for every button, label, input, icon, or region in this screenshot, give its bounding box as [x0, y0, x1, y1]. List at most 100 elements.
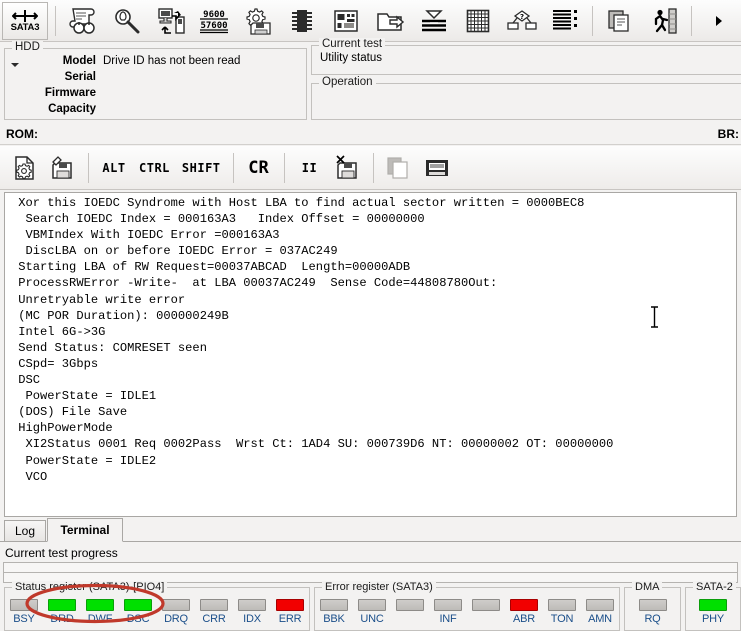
copy-text-button[interactable] — [380, 148, 418, 188]
magnifier-bulb-icon — [113, 8, 141, 34]
hdd-field-capacity: Capacity — [23, 101, 303, 117]
sata2-register-leds: PHY — [686, 599, 740, 625]
sector-grid-button[interactable] — [456, 2, 500, 40]
led-label-unc: UNC — [360, 613, 383, 625]
hdd-field-firmware: Firmware — [23, 85, 303, 101]
progress-label: Current test progress — [5, 546, 118, 560]
error-register-leds: BBK UNC INF ABR — [315, 599, 619, 625]
overflow-button[interactable] — [697, 2, 741, 40]
terminal-output[interactable]: Xor this IOEDC Syndrome with Host LBA to… — [4, 192, 737, 517]
tab-terminal[interactable]: Terminal — [47, 518, 123, 542]
led-err-bit2 — [396, 599, 424, 611]
sata3-label: SATA3 — [11, 23, 40, 33]
sata-interface-icon — [12, 9, 38, 23]
chip-icon — [291, 8, 313, 34]
pc-to-drive-transfer-icon — [157, 7, 185, 35]
defect-list-button[interactable] — [412, 2, 456, 40]
print-button[interactable] — [418, 148, 456, 188]
led-cell-ton[interactable]: TON — [545, 599, 579, 625]
led-cell-amn[interactable]: AMN — [583, 599, 617, 625]
led-label-dsc: DSC — [127, 613, 150, 625]
module-map-button[interactable] — [324, 2, 368, 40]
bottom-tabstrip: Log Terminal — [0, 518, 741, 542]
ctrl-key-button[interactable]: CTRL — [133, 148, 176, 188]
page-gear-icon — [12, 155, 38, 181]
cr-key-button[interactable]: CR — [240, 148, 278, 188]
led-cell-drq[interactable]: DRQ — [159, 599, 193, 625]
hdd-info-panel: HDD Model Drive ID has not been read Ser… — [4, 48, 307, 120]
log-lines-button[interactable] — [544, 2, 588, 40]
translator-button[interactable]: ? — [500, 2, 544, 40]
led-amn — [586, 599, 614, 611]
led-err — [276, 599, 304, 611]
toolbar2-separator-1 — [88, 153, 89, 183]
folder-arrow-icon — [376, 9, 404, 33]
led-cell-err-bit4[interactable] — [469, 599, 503, 625]
led-bbk — [320, 599, 348, 611]
led-cell-dsc[interactable]: DSC — [121, 599, 155, 625]
floppy-cancel-icon — [335, 155, 361, 181]
drive-id-button[interactable] — [61, 2, 105, 40]
led-cell-bbk[interactable]: BBK — [317, 599, 351, 625]
dma-register-leds: RQ — [625, 599, 680, 625]
led-cell-err-bit2[interactable] — [393, 599, 427, 625]
save-config-button[interactable] — [236, 2, 280, 40]
chevron-right-icon — [712, 13, 726, 29]
led-cell-err[interactable]: ERR — [273, 599, 307, 625]
br-label: BR: — [718, 127, 739, 141]
led-drq — [162, 599, 190, 611]
hdd-model-value: Drive ID has not been read — [103, 55, 240, 67]
new-session-button[interactable] — [6, 148, 44, 188]
shift-key-button[interactable]: SHIFT — [176, 148, 227, 188]
svg-text:?: ? — [520, 13, 524, 21]
led-cell-dwf[interactable]: DWF — [83, 599, 117, 625]
dropdown-arrow-icon[interactable] — [11, 63, 19, 67]
led-cell-bsy[interactable]: BSY — [7, 599, 41, 625]
led-cell-rq[interactable]: RQ — [636, 599, 670, 625]
transfer-button[interactable] — [149, 2, 193, 40]
toolbar-separator-3 — [691, 6, 692, 36]
copy-pages-icon — [607, 9, 633, 33]
tab-log[interactable]: Log — [4, 520, 46, 542]
error-register-panel: Error register (SATA3) BBK UNC INF — [314, 587, 620, 631]
running-man-icon — [651, 8, 677, 34]
baudrate-button[interactable]: 9600 57600 — [193, 2, 237, 40]
led-cell-drd[interactable]: DRD — [45, 599, 79, 625]
sata3-mode-button[interactable]: SATA3 — [2, 2, 48, 40]
dma-register-panel: DMA RQ — [624, 587, 681, 631]
run-test-button[interactable] — [642, 2, 686, 40]
hdd-field-model: Model Drive ID has not been read — [23, 53, 303, 69]
alt-key-button[interactable]: ALT — [95, 148, 133, 188]
module-blocks-icon — [333, 9, 359, 33]
operation-title: Operation — [319, 76, 376, 88]
led-cell-abr[interactable]: ABR — [507, 599, 541, 625]
rom-chip-button[interactable] — [280, 2, 324, 40]
ctrl-label: CTRL — [139, 161, 170, 175]
led-cell-inf[interactable]: INF — [431, 599, 465, 625]
led-cell-unc[interactable]: UNC — [355, 599, 389, 625]
led-cell-crr[interactable]: CRR — [197, 599, 231, 625]
led-rq — [639, 599, 667, 611]
stop-save-button[interactable] — [329, 148, 367, 188]
led-cell-phy[interactable]: PHY — [696, 599, 730, 625]
led-idx — [238, 599, 266, 611]
folder-export-button[interactable] — [368, 2, 412, 40]
led-phy — [699, 599, 727, 611]
led-bsy — [10, 599, 38, 611]
led-dsc — [124, 599, 152, 611]
led-label-bsy: BSY — [13, 613, 34, 625]
diagnostics-button[interactable] — [105, 2, 149, 40]
copy-button[interactable] — [598, 2, 642, 40]
led-unc — [358, 599, 386, 611]
led-inf — [434, 599, 462, 611]
led-cell-idx[interactable]: IDX — [235, 599, 269, 625]
terminal-text: Xor this IOEDC Syndrome with Host LBA to… — [11, 195, 736, 485]
toolbar2-separator-3 — [284, 153, 285, 183]
funnel-lines-icon — [420, 8, 448, 34]
led-label-inf: INF — [439, 613, 456, 625]
baudrate-icon: 9600 57600 — [198, 8, 230, 34]
led-ton — [548, 599, 576, 611]
flowchart-question-icon: ? — [507, 9, 537, 33]
save-session-button[interactable] — [44, 148, 82, 188]
pause-button[interactable]: II — [291, 148, 329, 188]
